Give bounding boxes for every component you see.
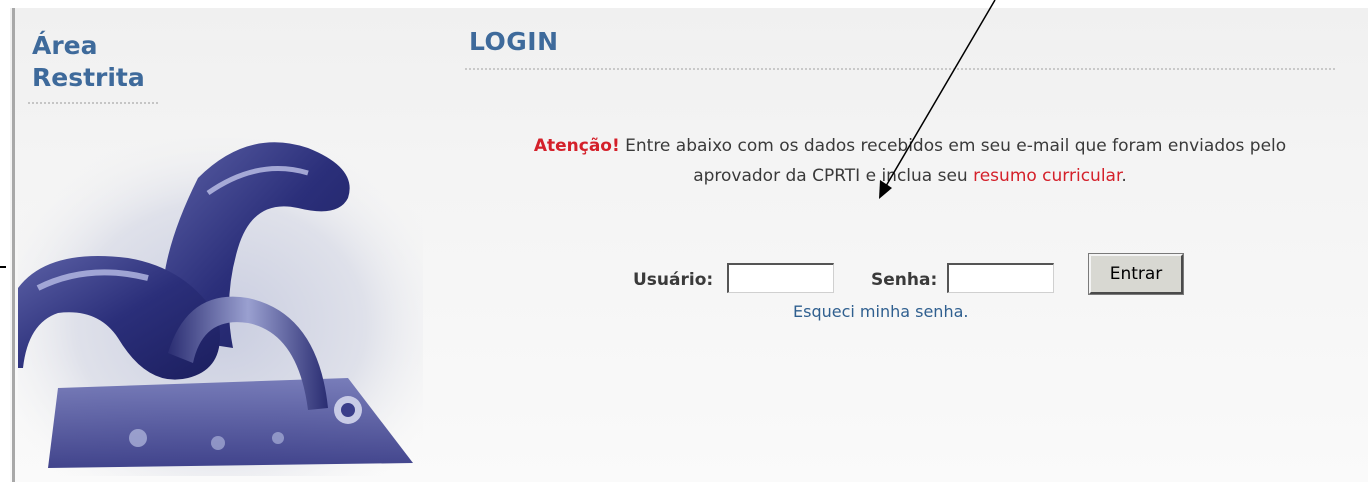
resume-link[interactable]: resumo curricular <box>973 166 1121 186</box>
username-input[interactable] <box>727 263 834 293</box>
password-label: Senha: <box>871 270 938 290</box>
submit-button[interactable]: Entrar <box>1089 254 1183 294</box>
sidebar-title-line1: Área <box>32 31 98 60</box>
bottom-strip <box>0 482 1368 494</box>
notice-warning: Atenção! <box>533 136 620 156</box>
username-label: Usuário: <box>633 270 714 290</box>
login-notice: Atenção! Entre abaixo com os dados receb… <box>500 131 1320 191</box>
top-strip <box>0 0 1368 8</box>
login-page: Área Restrita LOGIN Atenção! Entre abaix… <box>0 0 1368 494</box>
left-border <box>12 8 15 494</box>
notice-end: . <box>1121 166 1127 186</box>
sidebar-title: Área Restrita <box>32 30 145 94</box>
sidebar-divider <box>28 102 158 104</box>
forgot-password-link[interactable]: Esqueci minha senha. <box>793 302 968 321</box>
page-title: LOGIN <box>469 27 559 56</box>
padlock-chain-icon <box>18 138 423 476</box>
left-strip <box>0 0 10 494</box>
password-input[interactable] <box>947 263 1054 293</box>
sidebar-title-line2: Restrita <box>32 63 145 92</box>
edge-marker <box>0 266 6 268</box>
notice-text: Entre abaixo com os dados recebidos em s… <box>619 136 1287 186</box>
title-divider <box>465 68 1335 70</box>
